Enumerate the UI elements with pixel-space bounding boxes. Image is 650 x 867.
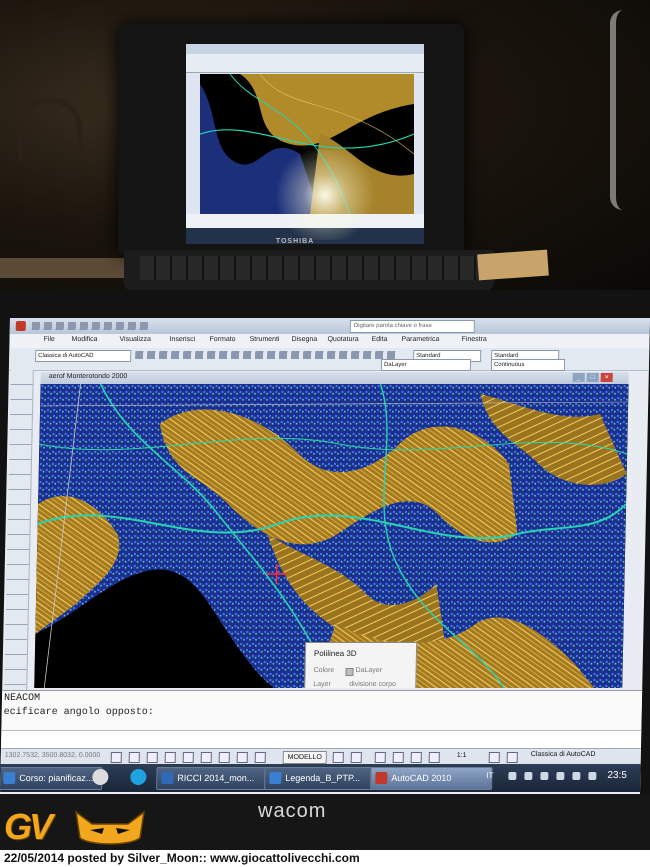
taskbar-label: Corso: pianificaz... bbox=[19, 773, 94, 783]
menu-disegna[interactable]: Disegna bbox=[291, 336, 317, 343]
lamp-stand bbox=[610, 10, 636, 210]
zoom-icon[interactable] bbox=[392, 752, 404, 763]
photo-caption: 22/05/2014 posted by Silver_Moon:: www.g… bbox=[4, 851, 360, 865]
word-icon bbox=[161, 772, 174, 784]
skype-icon[interactable] bbox=[130, 769, 147, 785]
tooltip-color-label: Colore bbox=[313, 667, 335, 674]
browser-icon bbox=[3, 772, 16, 784]
menu-modifica[interactable]: Modifica bbox=[71, 336, 97, 343]
object-tooltip: Polilinea 3D Colore DaLayer Layer divisi… bbox=[303, 642, 418, 688]
cat-mask-logo bbox=[74, 810, 146, 845]
status-bar: 1302.7532, 3500.8032, 0.0000 MODELLO 1:1… bbox=[0, 748, 641, 765]
polar-icon[interactable] bbox=[164, 752, 176, 763]
command-history: NEACOM ecificare angolo opposto: bbox=[1, 690, 643, 731]
menu-file[interactable]: File bbox=[43, 336, 54, 343]
media-player-icon[interactable] bbox=[92, 769, 109, 785]
maximize-icon[interactable]: □ bbox=[586, 373, 599, 382]
windows-taskbar: Corso: pianificaz... RICCI 2014_mon... L… bbox=[0, 764, 641, 792]
autocad-app-icon[interactable] bbox=[15, 321, 26, 331]
autocad-title-bar: Digitare parola chiave o frase bbox=[9, 318, 650, 334]
language-indicator[interactable]: IT bbox=[486, 771, 493, 780]
ducs-icon[interactable] bbox=[218, 752, 230, 763]
showmotion-icon[interactable] bbox=[428, 752, 440, 763]
command-line-2: ecificare angolo opposto: bbox=[3, 707, 154, 718]
menu-inserisci[interactable]: Inserisci bbox=[169, 336, 195, 343]
menu-strumenti[interactable]: Strumenti bbox=[249, 336, 279, 343]
wacom-logo: wacom bbox=[258, 800, 327, 822]
document-title-bar: aerof Monterotondo 2000 _ □ × bbox=[40, 372, 629, 384]
osnap-icon[interactable] bbox=[182, 752, 194, 763]
annotation-visibility-icon[interactable] bbox=[488, 752, 500, 763]
color-swatch-icon bbox=[345, 668, 354, 676]
headphones bbox=[18, 98, 82, 161]
taskbar-label: AutoCAD 2010 bbox=[391, 773, 452, 783]
autocad-icon bbox=[375, 772, 388, 784]
draw-toolbar[interactable] bbox=[3, 370, 34, 700]
battery-icon[interactable] bbox=[556, 772, 565, 780]
model-space-button[interactable]: MODELLO bbox=[282, 751, 327, 764]
menu-formato[interactable]: Formato bbox=[209, 336, 235, 343]
document-title: aerof Monterotondo 2000 bbox=[48, 373, 128, 380]
image-icon bbox=[269, 772, 282, 784]
tool-icons-row[interactable] bbox=[135, 351, 396, 359]
properties-toolbar: Classica di AutoCAD Standard Standard Da… bbox=[8, 348, 650, 371]
shelf bbox=[0, 258, 125, 278]
clock[interactable]: 23:5 bbox=[607, 770, 627, 781]
taskbar-item-corso[interactable]: Corso: pianificaz... bbox=[0, 767, 103, 790]
laptop-brand-logo: TOSHIBA bbox=[275, 238, 315, 245]
volume-icon[interactable] bbox=[524, 772, 533, 780]
caption-bar: 22/05/2014 posted by Silver_Moon:: www.g… bbox=[0, 850, 650, 867]
flag-icon[interactable] bbox=[572, 772, 581, 780]
laptop-toolbar bbox=[186, 54, 424, 73]
layout2-icon[interactable] bbox=[350, 752, 362, 763]
close-icon[interactable]: × bbox=[600, 373, 613, 382]
pan-icon[interactable] bbox=[374, 752, 386, 763]
taskbar-item-autocad[interactable]: AutoCAD 2010 bbox=[370, 767, 493, 790]
snap-icon[interactable] bbox=[110, 752, 122, 763]
taskbar-item-ricci[interactable]: RICCI 2014_mon... bbox=[156, 767, 279, 790]
screen-glare bbox=[270, 150, 380, 240]
menu-quotatura[interactable]: Quotatura bbox=[327, 336, 358, 343]
layer-color-select[interactable]: DaLayer bbox=[380, 359, 472, 371]
command-line-1: NEACOM bbox=[3, 693, 41, 704]
menu-parametrica[interactable]: Parametrica bbox=[401, 336, 439, 343]
taskbar-label: RICCI 2014_mon... bbox=[177, 773, 255, 783]
menu-bar: File Modifica Visualizza Inserisci Forma… bbox=[9, 334, 650, 349]
security-icon[interactable] bbox=[588, 772, 597, 780]
steering-wheel-icon[interactable] bbox=[410, 752, 422, 763]
workspace-switch[interactable]: Classica di AutoCAD bbox=[531, 751, 596, 758]
laptop-title-bar bbox=[186, 44, 424, 54]
menu-visualizza[interactable]: Visualizza bbox=[119, 336, 151, 343]
minimize-icon[interactable]: _ bbox=[572, 373, 585, 382]
quick-access-toolbar[interactable] bbox=[31, 322, 152, 330]
coordinates-readout: 1302.7532, 3500.8032, 0.0000 bbox=[4, 752, 101, 759]
tablet-screen: Digitare parola chiave o frase File Modi… bbox=[0, 318, 650, 794]
tray-arrow-icon[interactable] bbox=[508, 772, 517, 780]
auto-scale-icon[interactable] bbox=[506, 752, 518, 763]
ortho-icon[interactable] bbox=[146, 752, 158, 763]
lineweight-icon[interactable] bbox=[254, 752, 266, 763]
menu-edita[interactable]: Edita bbox=[371, 336, 387, 343]
drawing-area[interactable]: Polilinea 3D Colore DaLayer Layer divisi… bbox=[34, 384, 629, 688]
annotation-scale[interactable]: 1:1 bbox=[457, 752, 467, 759]
network-icon[interactable] bbox=[540, 772, 549, 780]
gv-logo: GV bbox=[4, 806, 53, 847]
grid-icon[interactable] bbox=[128, 752, 140, 763]
search-input[interactable]: Digitare parola chiave o frase bbox=[349, 320, 475, 333]
tooltip-color-value: DaLayer bbox=[355, 667, 383, 674]
linetype-select[interactable]: Continuous bbox=[490, 359, 566, 371]
menu-finestra[interactable]: Finestra bbox=[461, 336, 486, 343]
tooltip-layer-value: divisione corpo bbox=[349, 681, 397, 688]
otrack-icon[interactable] bbox=[200, 752, 212, 763]
tooltip-layer-label: Layer bbox=[313, 681, 331, 688]
dyn-icon[interactable] bbox=[236, 752, 248, 763]
laptop-keyboard bbox=[140, 256, 478, 280]
taskbar-label: Legenda_B_PTP... bbox=[285, 773, 361, 783]
taskbar-item-legenda[interactable]: Legenda_B_PTP... bbox=[264, 767, 385, 790]
paper-note bbox=[477, 249, 549, 281]
layout-icon[interactable] bbox=[332, 752, 344, 763]
tooltip-title: Polilinea 3D bbox=[313, 649, 357, 658]
workspace-select[interactable]: Classica di AutoCAD bbox=[35, 350, 132, 362]
